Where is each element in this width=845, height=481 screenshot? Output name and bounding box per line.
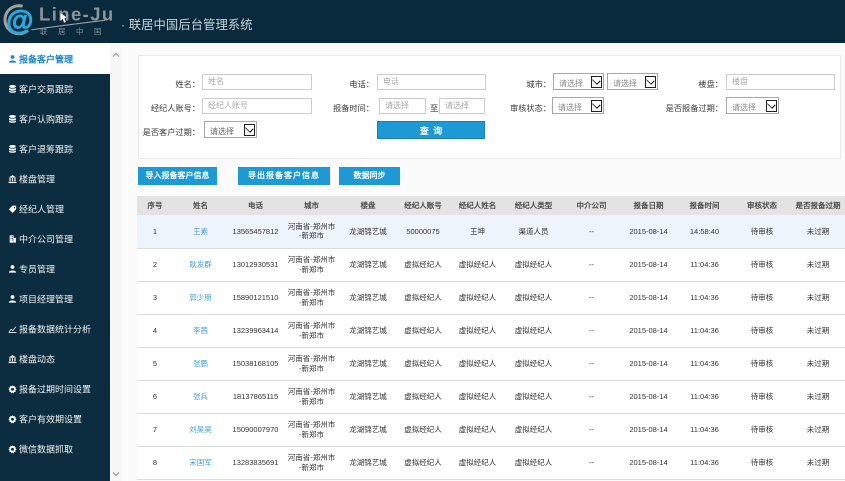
svg-text:Line-Ju: Line-Ju (39, 4, 115, 25)
svg-text:联居中国: 联居中国 (40, 26, 112, 36)
svg-text:@: @ (6, 4, 33, 35)
